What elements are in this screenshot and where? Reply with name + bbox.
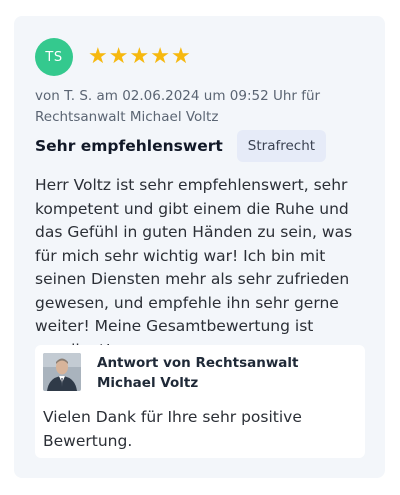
star-rating: ★ ★ ★ ★ ★ — [88, 46, 191, 68]
review-title: Sehr empfehlenswert — [35, 137, 223, 155]
star-icon: ★ — [129, 44, 150, 69]
avatar: TS — [35, 38, 73, 76]
review-meta: von T. S. am 02.06.2024 um 09:52 Uhr für… — [35, 88, 321, 125]
star-icon: ★ — [108, 44, 129, 69]
answer-text: Vielen Dank für Ihre sehr positive Bewer… — [43, 408, 302, 450]
review-text: Herr Voltz ist sehr empfehlenswert, sehr… — [35, 176, 353, 359]
lawyer-answer: Antwort von Rechtsanwalt Michael Voltz V… — [35, 345, 365, 458]
review-header: TS ★ ★ ★ ★ ★ — [35, 38, 191, 76]
star-icon: ★ — [150, 44, 170, 69]
review-card: TS ★ ★ ★ ★ ★ von T. S. am 02.06.2024 um … — [14, 16, 385, 478]
review-title-row: Sehr empfehlenswert Strafrecht — [35, 130, 327, 162]
lawyer-photo — [43, 353, 81, 391]
category-tag[interactable]: Strafrecht — [236, 130, 327, 162]
star-icon: ★ — [170, 44, 191, 69]
star-icon: ★ — [88, 44, 108, 69]
answer-title: Antwort von Rechtsanwalt Michael Voltz — [97, 355, 299, 391]
